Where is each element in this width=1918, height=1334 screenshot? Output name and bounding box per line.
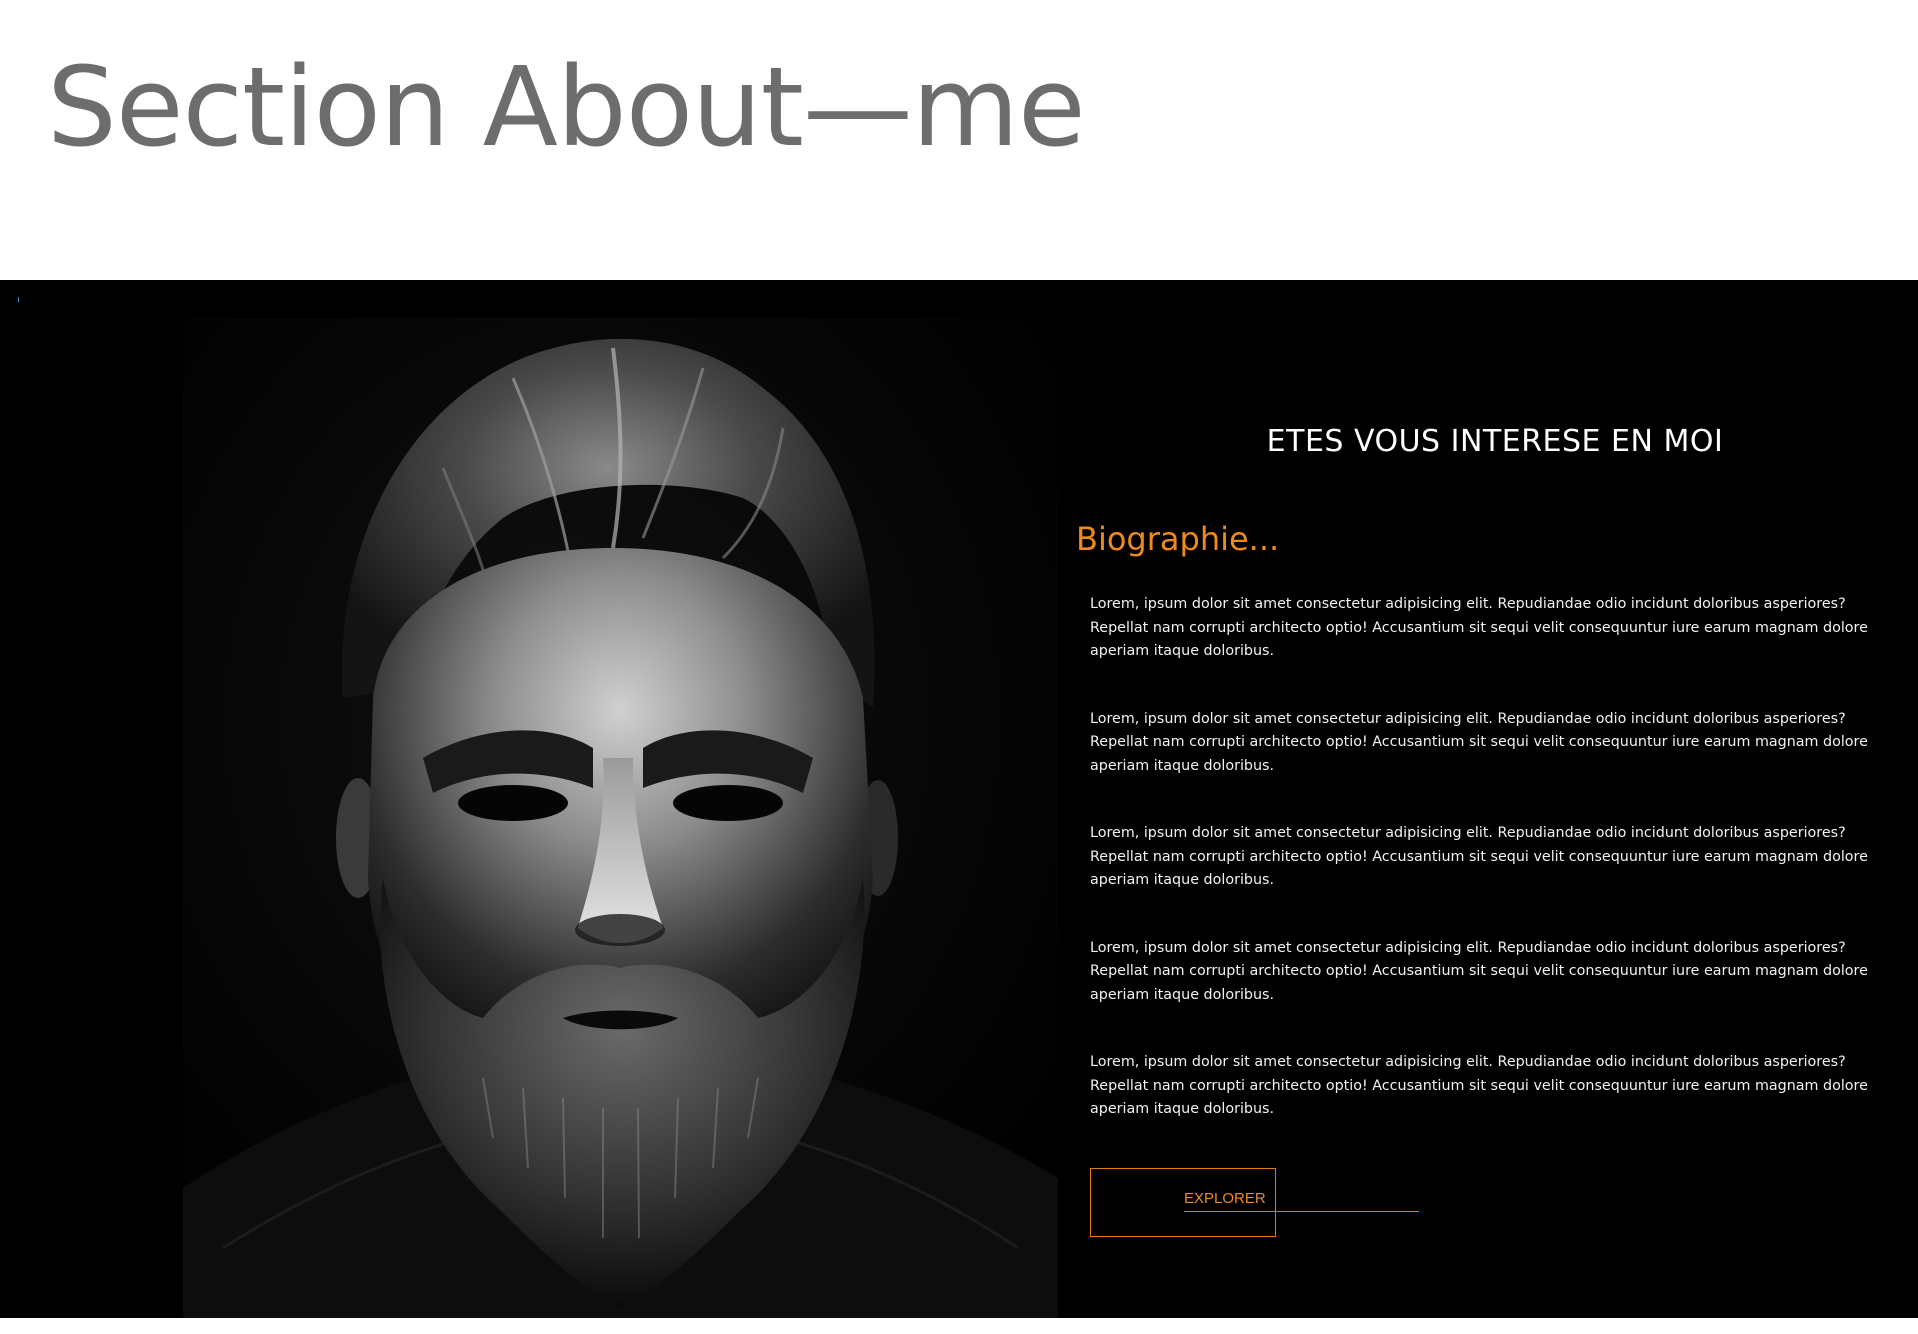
biography-text: Lorem, ipsum dolor sit amet consectetur … (1090, 593, 1895, 1166)
biography-title: Biographie... (1076, 520, 1280, 558)
explore-button[interactable]: EXPLORER (1090, 1168, 1276, 1237)
biography-paragraph: Lorem, ipsum dolor sit amet consectetur … (1090, 825, 1868, 888)
biography-paragraph: Lorem, ipsum dolor sit amet consectetur … (1090, 710, 1868, 774)
biography-paragraph: Lorem, ipsum dolor sit amet consectetur … (1090, 596, 1868, 659)
explore-underline (1184, 1211, 1419, 1212)
about-headline: ETES VOUS INTERESE EN MOI (1266, 424, 1724, 459)
portrait-photo (183, 318, 1058, 1318)
biography-paragraph: Lorem, ipsum dolor sit amet consectetur … (1090, 939, 1868, 1003)
about-section: ETES VOUS INTERESE EN MOI Biographie... … (0, 280, 1918, 1318)
biography-paragraph: Lorem, ipsum dolor sit amet consectetur … (1090, 1054, 1868, 1117)
explore-button-label: EXPLORER (1184, 1190, 1266, 1207)
cursor-marker (18, 297, 19, 302)
page-title: Section About—me (47, 43, 1086, 171)
